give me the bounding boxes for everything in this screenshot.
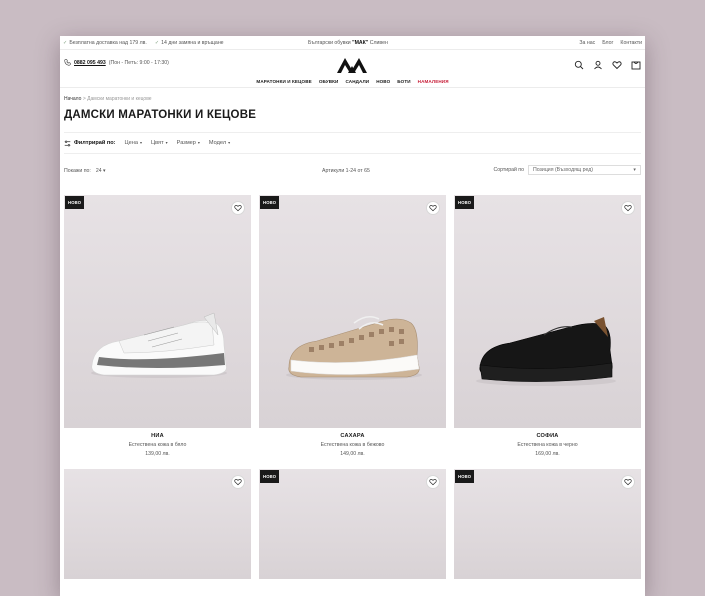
sort-select[interactable]: Позиция (Възходящ ред) ▾	[528, 165, 641, 175]
product-card[interactable]: НОВО	[259, 469, 446, 579]
chevron-down-icon: ▾	[197, 140, 200, 145]
new-badge: НОВО	[260, 470, 280, 483]
browser-page: ✓ Безплатна доставка над 179 лв. ✓ 14 дни …	[60, 36, 645, 596]
heart-icon	[429, 205, 437, 212]
chevron-down-icon: ▾	[633, 167, 636, 173]
product-image[interactable]: НОВО	[259, 469, 446, 579]
wishlist-button[interactable]	[426, 201, 440, 215]
nav-item-sneakers[interactable]: МАРАТОНКИ И КЕЦОВЕ	[256, 79, 311, 84]
breadcrumb: Начало > Дамски маратонки и кецове	[64, 96, 152, 102]
listing-toolbar: Покажи по: 24 ▾ Артикули 1-24 от 65 Сорт…	[64, 165, 641, 178]
filter-size[interactable]: Размер ▾	[177, 140, 200, 146]
link-about[interactable]: За нас	[579, 40, 595, 46]
filter-price[interactable]: Цена ▾	[125, 140, 142, 146]
product-price: 139,00 лв.	[145, 451, 170, 457]
wishlist-button[interactable]	[621, 201, 635, 215]
nav-item-shoes[interactable]: ОБУВКИ	[319, 79, 339, 84]
nav-item-sale[interactable]: НАМАЛЕНИЯ	[418, 79, 449, 84]
new-badge: НОВО	[455, 196, 475, 209]
product-price: 149,00 лв.	[340, 451, 365, 457]
chevron-down-icon: ▾	[228, 140, 231, 145]
per-page-control: Покажи по: 24 ▾	[64, 168, 106, 174]
chevron-down-icon: ▾	[140, 140, 143, 145]
item-count: Артикули 1-24 от 65	[322, 168, 370, 174]
heart-icon	[624, 479, 632, 486]
product-description: Естествена кожа в бежово	[320, 442, 385, 448]
top-info-bar: ✓ Безплатна доставка над 179 лв. ✓ 14 дни …	[60, 36, 645, 50]
heart-icon	[624, 205, 632, 212]
wishlist-button[interactable]	[426, 475, 440, 489]
breadcrumb-current: Дамски маратонки и кецове	[87, 96, 152, 102]
phone-contact[interactable]: 0882 095 493 (Пон - Петъ: 9:00 - 17:30)	[64, 59, 169, 66]
new-badge: НОВО	[260, 196, 280, 209]
sliders-icon	[64, 140, 71, 146]
shoe-image	[476, 317, 616, 386]
filter-label: Филтрирай по:	[64, 140, 116, 147]
link-contacts[interactable]: Контакти	[620, 40, 642, 46]
heart-icon	[234, 479, 242, 486]
link-blog[interactable]: Блог	[602, 40, 613, 46]
product-name[interactable]: СОФИА	[454, 433, 641, 439]
sort-control: Сортирай по Позиция (Възходящ ред) ▾	[494, 165, 641, 175]
per-page-select[interactable]: 24 ▾	[96, 168, 106, 174]
product-card[interactable]: НОВО САХАРА Естествена кожа в бежово 149…	[259, 195, 446, 462]
check-icon: ✓	[154, 39, 160, 46]
product-card[interactable]: НОВО НИА Естествена кожа в бяло 139,00 л…	[64, 195, 251, 462]
heart-icon	[429, 479, 437, 486]
search-icon[interactable]	[574, 57, 584, 70]
filter-model[interactable]: Модел ▾	[209, 140, 230, 146]
product-image[interactable]	[64, 469, 251, 579]
product-image[interactable]: НОВО	[454, 195, 641, 428]
product-card[interactable]: НОВО СОФИА Естествена кожа в черно 169,0…	[454, 195, 641, 462]
product-card[interactable]	[64, 469, 251, 579]
product-name[interactable]: НИА	[64, 433, 251, 439]
shipping-note: ✓ Безплатна доставка над 179 лв.	[63, 39, 147, 46]
nav-item-sandals[interactable]: САНДАЛИ	[345, 79, 369, 84]
wishlist-button[interactable]	[231, 475, 245, 489]
heart-icon	[234, 205, 242, 212]
brand-tagline: Български обувки "МАК" Сливен	[308, 39, 388, 46]
shoe-image	[286, 315, 422, 380]
bag-icon[interactable]	[631, 57, 641, 70]
product-image[interactable]: НОВО	[64, 195, 251, 428]
product-price: 169,00 лв.	[535, 451, 560, 457]
site-header: 0882 095 493 (Пон - Петъ: 9:00 - 17:30) …	[60, 50, 645, 88]
breadcrumb-home[interactable]: Начало	[64, 96, 81, 102]
product-name[interactable]: САХАРА	[259, 433, 446, 439]
chevron-down-icon: ▾	[101, 168, 106, 174]
product-image[interactable]: НОВО	[454, 469, 641, 579]
product-image[interactable]: НОВО	[259, 195, 446, 428]
product-description: Естествена кожа в бяло	[128, 442, 187, 448]
wishlist-button[interactable]	[621, 475, 635, 489]
product-card[interactable]: НОВО	[454, 469, 641, 579]
product-grid: НОВО НИА Естествена кожа в бяло 139,00 л…	[64, 195, 641, 579]
heart-icon[interactable]	[612, 57, 622, 70]
wishlist-button[interactable]	[231, 201, 245, 215]
filter-bar: Филтрирай по: Цена ▾ Цвят ▾ Размер ▾ Модел ▾	[64, 132, 641, 154]
phone-icon	[64, 59, 71, 66]
user-icon[interactable]	[593, 57, 603, 70]
check-icon: ✓	[63, 39, 68, 46]
shoe-image	[91, 312, 227, 378]
page-title: ДАМСКИ МАРАТОНКИ И КЕЦОВЕ	[64, 109, 257, 121]
new-badge: НОВО	[65, 196, 85, 209]
returns-note: ✓ 14 дни замяна и връщане	[154, 39, 224, 46]
new-badge: НОВО	[455, 470, 475, 483]
nav-item-new[interactable]: НОВО	[376, 79, 390, 84]
chevron-down-icon: ▾	[165, 140, 168, 145]
main-nav: МАРАТОНКИ И КЕЦОВЕ ОБУВКИ САНДАЛИ НОВО Б…	[60, 79, 645, 84]
product-description: Естествена кожа в черно	[517, 442, 578, 448]
filter-color[interactable]: Цвят ▾	[151, 140, 168, 146]
nav-item-boots[interactable]: БОТИ	[397, 79, 410, 84]
brand-logo[interactable]	[336, 55, 368, 75]
